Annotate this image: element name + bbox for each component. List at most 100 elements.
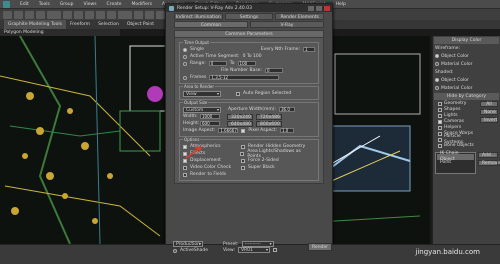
app-icon[interactable] xyxy=(3,0,10,8)
preset-720x486-button[interactable]: 720x486 xyxy=(256,113,282,120)
range-to-field[interactable]: 100 xyxy=(237,61,256,66)
active-segment-radio[interactable] xyxy=(183,54,187,59)
menu-group[interactable]: Group xyxy=(55,2,79,7)
move-icon[interactable] xyxy=(85,10,94,19)
width-field[interactable]: 1000 xyxy=(200,114,220,119)
render-hidden-checkbox[interactable] xyxy=(241,144,245,149)
angle-snap-icon[interactable] xyxy=(145,10,154,19)
link-icon[interactable] xyxy=(25,10,34,19)
common-parameters-header[interactable]: Common Parameters xyxy=(175,31,323,38)
shaded-material-color-row[interactable]: Material Color xyxy=(433,84,500,92)
teapot-icon xyxy=(169,5,174,11)
minimize-icon[interactable] xyxy=(308,5,314,11)
filter-list[interactable]: IK Chain Object Point xyxy=(435,151,476,174)
ribbon-tab-object-paint[interactable]: Object Paint xyxy=(123,22,158,27)
preset-320x240-button[interactable]: 320x240 xyxy=(227,113,253,120)
range-radio[interactable] xyxy=(183,61,187,66)
activeshade-radio[interactable] xyxy=(173,248,177,253)
coordinate-dropdown[interactable] xyxy=(118,10,132,19)
category-shapes-checkbox[interactable] xyxy=(438,108,442,112)
wireframe-material-color-radio[interactable] xyxy=(435,62,439,66)
category-space-warps-checkbox[interactable] xyxy=(438,132,442,136)
close-icon[interactable] xyxy=(324,5,330,11)
shaded-material-color-radio[interactable] xyxy=(435,86,439,90)
force-2sided-checkbox[interactable] xyxy=(241,158,245,163)
wireframe-object-color-row[interactable]: Object Color xyxy=(433,52,500,60)
select-icon[interactable] xyxy=(63,10,72,19)
tab-common[interactable]: Common xyxy=(174,21,248,28)
menu-modifiers[interactable]: Modifiers xyxy=(127,2,158,7)
menu-views[interactable]: Views xyxy=(79,2,102,7)
range-to-label: To xyxy=(229,61,235,66)
render-button[interactable]: Render xyxy=(308,243,332,251)
frames-radio[interactable] xyxy=(183,75,187,80)
aspect-lock-icon[interactable] xyxy=(241,128,246,133)
wireframe-object-color-radio[interactable] xyxy=(435,54,439,58)
auto-region-label: Auto Region Selected xyxy=(243,91,292,96)
super-black-checkbox[interactable] xyxy=(241,165,245,170)
output-size-preset-dropdown[interactable]: Custom xyxy=(183,106,221,113)
lock-view-icon[interactable] xyxy=(272,248,277,252)
view-dropdown[interactable]: VR01 xyxy=(237,247,270,253)
image-aspect-field[interactable]: 1.66667 xyxy=(218,128,239,133)
frames-field[interactable]: 1,3,5-12 xyxy=(209,75,280,80)
tab-indirect-illumination[interactable]: Indirect illumination xyxy=(174,13,223,20)
tab-render-elements[interactable]: Render Elements xyxy=(275,13,325,20)
ribbon-tab-selection[interactable]: Selection xyxy=(94,22,123,27)
height-field[interactable]: 600 xyxy=(200,121,220,126)
invert-button[interactable]: Invert xyxy=(480,117,498,123)
redo-icon[interactable] xyxy=(14,10,23,19)
category-geometry-checkbox[interactable] xyxy=(438,102,442,106)
menu-create[interactable]: Create xyxy=(102,2,127,7)
render-mode-dropdown[interactable]: Production xyxy=(173,241,203,247)
mode-stack: Production ActiveShade xyxy=(173,241,208,253)
render-fields-checkbox[interactable] xyxy=(183,172,187,177)
none-button[interactable]: None xyxy=(480,109,498,115)
area-lights-checkbox[interactable] xyxy=(240,151,245,156)
file-number-base-field[interactable]: 0 xyxy=(264,68,283,73)
menu-edit[interactable]: Edit xyxy=(15,2,34,7)
every-nth-label: Every Nth Frame: xyxy=(260,47,300,52)
ribbon-tab-freeform[interactable]: Freeform xyxy=(66,22,94,27)
preset-640x480-button[interactable]: 640x480 xyxy=(227,120,253,127)
display-color-header[interactable]: Display Color xyxy=(434,37,499,44)
category-helpers-checkbox[interactable] xyxy=(438,126,442,130)
auto-region-checkbox[interactable] xyxy=(236,91,240,96)
category-cameras-checkbox[interactable] xyxy=(438,120,442,124)
menu-help[interactable]: Help xyxy=(331,2,351,7)
every-nth-field[interactable]: 1 xyxy=(303,47,315,52)
category-bone-objects-checkbox[interactable] xyxy=(438,144,442,148)
preset-800x600-button[interactable]: 800x600 xyxy=(256,120,282,127)
category-bone-objects[interactable]: Bone Objects xyxy=(435,143,478,149)
all-button[interactable]: All xyxy=(480,101,498,107)
wireframe-material-color-row[interactable]: Material Color xyxy=(433,60,500,68)
single-radio[interactable] xyxy=(183,47,187,52)
snap-icon[interactable] xyxy=(134,10,143,19)
scale-icon[interactable] xyxy=(107,10,116,19)
category-particle-systems-checkbox[interactable] xyxy=(438,138,442,142)
category-lights-checkbox[interactable] xyxy=(438,114,442,118)
area-to-render-dropdown[interactable]: View xyxy=(183,90,221,97)
selection-filter-dropdown[interactable] xyxy=(47,10,61,19)
unlink-icon[interactable] xyxy=(36,10,45,19)
undo-icon[interactable] xyxy=(3,10,12,19)
tab-settings[interactable]: Settings xyxy=(224,13,274,20)
shaded-object-color-radio[interactable] xyxy=(435,78,439,82)
hide-by-category-header[interactable]: Hide by Category xyxy=(434,93,499,100)
shaded-object-color-row[interactable]: Object Color xyxy=(433,76,500,84)
remove-button[interactable]: Remove xyxy=(478,160,500,166)
tab-vray[interactable]: V-Ray xyxy=(250,21,324,28)
menu-tools[interactable]: Tools xyxy=(34,2,55,7)
dialog-titlebar[interactable]: Render Setup: V-Ray Adv 2.40.03 xyxy=(166,4,332,12)
polygon-modeling-bar[interactable]: Polygon Modeling xyxy=(0,29,120,36)
maximize-icon[interactable] xyxy=(316,5,322,11)
ribbon-tab-graphite[interactable]: Graphite Modeling Tools xyxy=(4,20,67,29)
video-color-checkbox[interactable] xyxy=(183,165,187,170)
pixel-aspect-field[interactable]: 1.0 xyxy=(279,128,294,133)
select-by-name-icon[interactable] xyxy=(74,10,83,19)
mirror-icon[interactable] xyxy=(156,10,165,19)
range-from-field[interactable]: 0 xyxy=(208,61,227,66)
add-button[interactable]: Add... xyxy=(478,152,498,158)
aperture-field[interactable]: 36.0 xyxy=(279,107,295,112)
rotate-icon[interactable] xyxy=(96,10,105,19)
